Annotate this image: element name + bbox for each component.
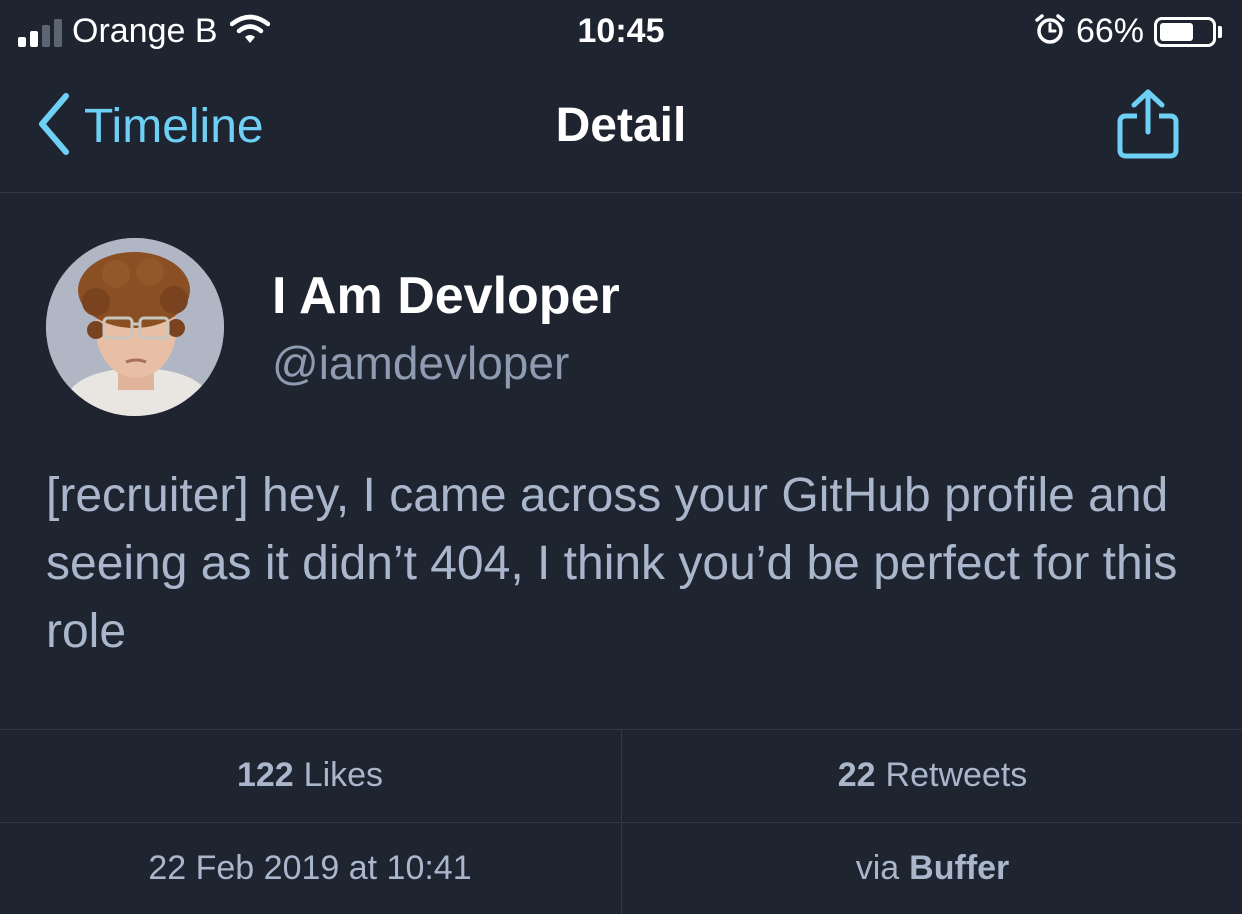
avatar-photo [46, 238, 224, 416]
battery-level [1160, 22, 1193, 41]
battery-percent: 66% [1075, 12, 1144, 50]
via-label: via [855, 849, 900, 887]
timestamp: 22 Feb 2019 at 10:41 [0, 822, 620, 914]
status-bar: Orange B 10:45 66% [0, 0, 1242, 66]
avatar[interactable] [46, 238, 224, 416]
likes-stat[interactable]: 122 Likes [0, 730, 620, 821]
tweet-author: I Am Devloper @iamdevloper [46, 238, 1196, 418]
alarm-icon [1034, 13, 1066, 50]
share-icon [1116, 89, 1180, 164]
retweets-stat[interactable]: 22 Retweets [621, 730, 1242, 821]
nav-bar: Timeline Detail [0, 66, 1242, 193]
page-title: Detail [555, 99, 687, 152]
share-button[interactable] [1116, 88, 1180, 165]
likes-label: Likes [303, 756, 384, 794]
retweets-count: 22 [837, 756, 876, 794]
user-handle[interactable]: @iamdevloper [272, 336, 569, 390]
battery-nub [1218, 25, 1222, 38]
battery-icon [1154, 16, 1216, 47]
likes-count: 122 [236, 756, 294, 794]
tweet-stats: 122 Likes 22 Retweets 22 Feb 2019 at 10:… [0, 729, 1242, 914]
status-right: 66% [1034, 12, 1222, 51]
retweets-label: Retweets [885, 756, 1028, 794]
tweet-text: [recruiter] hey, I came across your GitH… [46, 469, 1178, 658]
timestamp-text: 22 Feb 2019 at 10:41 [148, 849, 472, 887]
via-app-name: Buffer [909, 849, 1010, 887]
display-name[interactable]: I Am Devloper [272, 266, 620, 326]
source-app[interactable]: via Buffer [621, 822, 1242, 914]
